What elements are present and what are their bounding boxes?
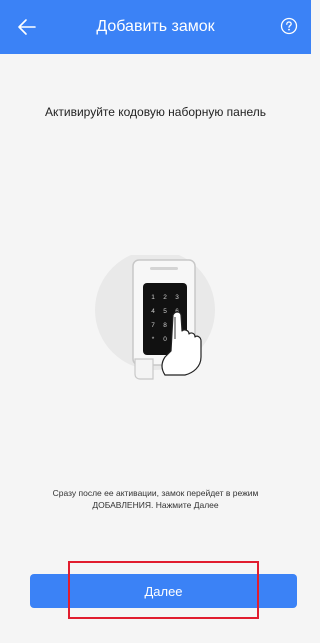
arrow-left-icon [18, 19, 36, 35]
keypad-digit: 8 [163, 322, 167, 329]
keypad-digit: 2 [163, 294, 167, 301]
back-button[interactable] [14, 14, 40, 40]
header-bar: Добавить замок [0, 0, 311, 54]
next-button-label: Далее [144, 583, 183, 599]
keypad-digit: 5 [163, 308, 167, 315]
activation-note: Сразу после ее активации, замок перейдет… [52, 488, 259, 510]
instruction-text: Активируйте кодовую наборную панель [44, 105, 266, 119]
keypad-digit: 4 [151, 308, 155, 315]
page-title: Добавить замок [96, 18, 215, 35]
keypad-digit: 3 [175, 294, 179, 301]
app-screen: Добавить замок Активируйте кодовую набор… [0, 0, 311, 643]
next-button[interactable]: Далее [30, 574, 297, 608]
keypad-illustration: 123456789*0# [95, 250, 215, 385]
keypad-lock-image: 123456789*0# [95, 250, 215, 380]
keypad-digit: 1 [151, 294, 155, 301]
keypad-digit: 0 [163, 336, 167, 343]
keypad-digit: 7 [151, 322, 155, 329]
help-button[interactable] [279, 16, 299, 36]
question-circle-icon [280, 17, 298, 35]
